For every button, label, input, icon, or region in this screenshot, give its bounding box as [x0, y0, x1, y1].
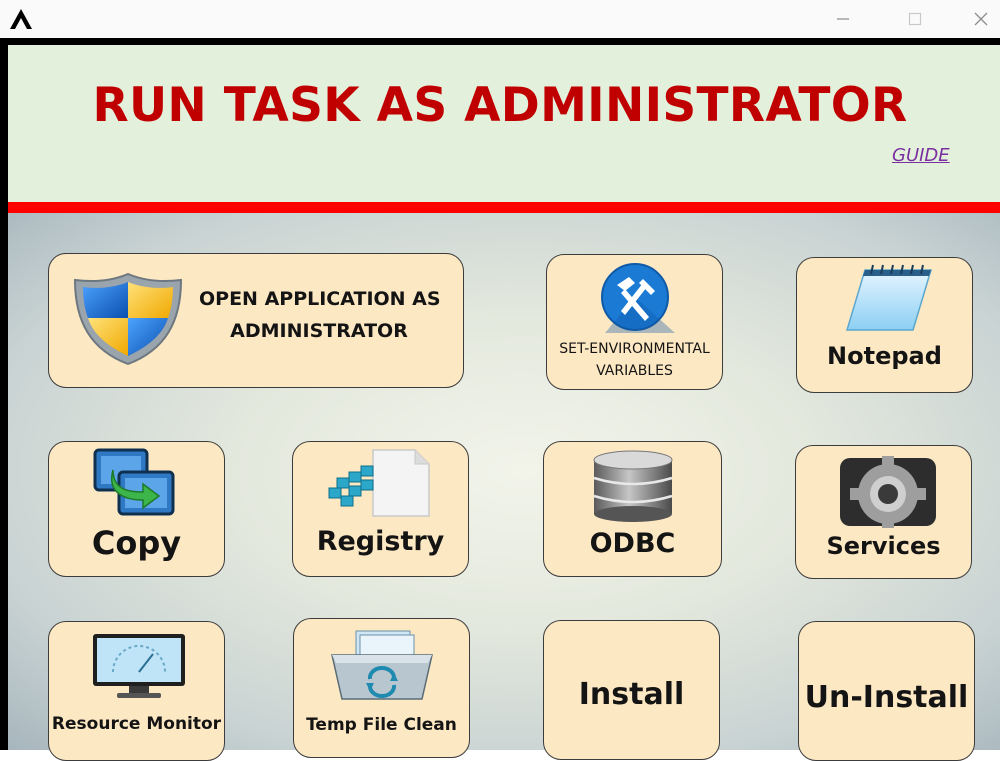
uninstall-button[interactable]: Un-Install [798, 621, 975, 761]
uninstall-label: Un-Install [804, 680, 969, 715]
odbc-button[interactable]: ODBC [543, 441, 722, 577]
services-button[interactable]: Services [795, 445, 972, 579]
registry-icon [328, 449, 430, 517]
copy-label: Copy [91, 524, 182, 562]
temp-file-clean-label: Temp File Clean [306, 715, 457, 735]
open-admin-label-line1: OPEN APPLICATION AS [199, 288, 441, 310]
maximize-icon [908, 12, 922, 26]
resource-monitor-button[interactable]: Resource Monitor [48, 621, 225, 761]
close-icon [974, 12, 988, 26]
env-vars-label-line1: SET-ENVIRONMENTAL [559, 341, 710, 357]
page-title: RUN TASK AS ADMINISTRATOR [92, 78, 908, 133]
minimize-icon [837, 18, 849, 20]
install-label: Install [578, 677, 685, 712]
temp-file-clean-button[interactable]: Temp File Clean [293, 618, 470, 758]
install-button[interactable]: Install [543, 620, 720, 760]
env-vars-label-line2: VARIABLES [596, 363, 673, 379]
notepad-icon [845, 264, 933, 331]
app-logo-icon [10, 9, 32, 29]
odbc-label: ODBC [589, 528, 676, 559]
open-application-as-administrator-button[interactable]: OPEN APPLICATION AS ADMINISTRATOR [48, 253, 464, 388]
notepad-button[interactable]: Notepad [796, 257, 973, 393]
shield-icon [73, 272, 183, 366]
notepad-label: Notepad [827, 342, 942, 370]
registry-button[interactable]: Registry [292, 441, 469, 577]
maximize-button[interactable] [892, 0, 938, 38]
services-label: Services [826, 532, 941, 560]
minimize-button[interactable] [820, 0, 866, 38]
open-admin-label-line2: ADMINISTRATOR [230, 320, 408, 342]
guide-link[interactable]: GUIDE [892, 145, 950, 166]
window-titlebar [0, 0, 1000, 38]
gear-icon [840, 456, 936, 528]
copy-icon [93, 448, 175, 516]
database-icon [593, 450, 673, 522]
copy-button[interactable]: Copy [48, 441, 225, 577]
monitor-icon [93, 634, 185, 698]
set-environmental-variables-button[interactable]: SET-ENVIRONMENTAL VARIABLES [546, 254, 723, 390]
registry-label: Registry [316, 526, 445, 557]
temp-clean-icon [331, 630, 433, 700]
close-button[interactable] [958, 0, 1000, 38]
tools-icon [601, 263, 675, 333]
header-separator [8, 202, 1000, 213]
resource-monitor-label: Resource Monitor [51, 714, 222, 734]
